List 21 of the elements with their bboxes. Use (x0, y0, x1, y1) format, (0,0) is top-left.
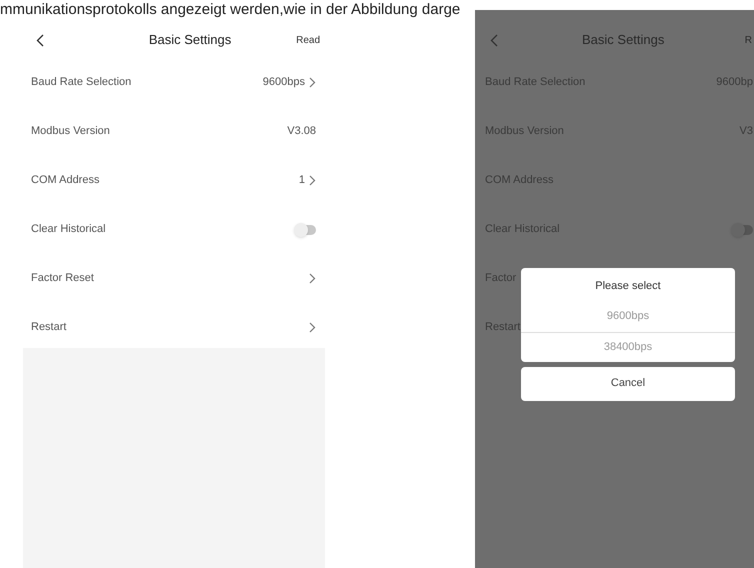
setting-label: COM Address (31, 173, 100, 188)
screen-title: Basic Settings (148, 31, 232, 50)
chevron-right-icon (309, 322, 316, 333)
setting-label: Restart (31, 320, 66, 336)
chevron-right-icon (309, 175, 316, 186)
setting-value: 1 (298, 173, 305, 188)
cancel-button[interactable]: Cancel (521, 366, 735, 400)
caption-text: mmunikationsprotokolls angezeigt werden,wie in der Abbildung darge (0, 0, 460, 20)
setting-label: Modbus Version (31, 124, 110, 140)
back-icon[interactable] (36, 34, 44, 46)
setting-value: 9600bps (262, 75, 305, 90)
setting-label: Clear Historical (31, 222, 106, 238)
chevron-right-icon (309, 273, 316, 284)
setting-label: Factor Reset (31, 271, 94, 286)
dialog-title: Please select (595, 279, 661, 294)
read-button[interactable]: Read (296, 32, 320, 48)
read-label: R (744, 34, 752, 48)
screen-title: Basic Settings (582, 31, 664, 50)
setting-label: Baud Rate Selection (31, 75, 132, 90)
setting-value: V3.08 (287, 124, 316, 140)
chevron-right-icon (309, 77, 316, 88)
